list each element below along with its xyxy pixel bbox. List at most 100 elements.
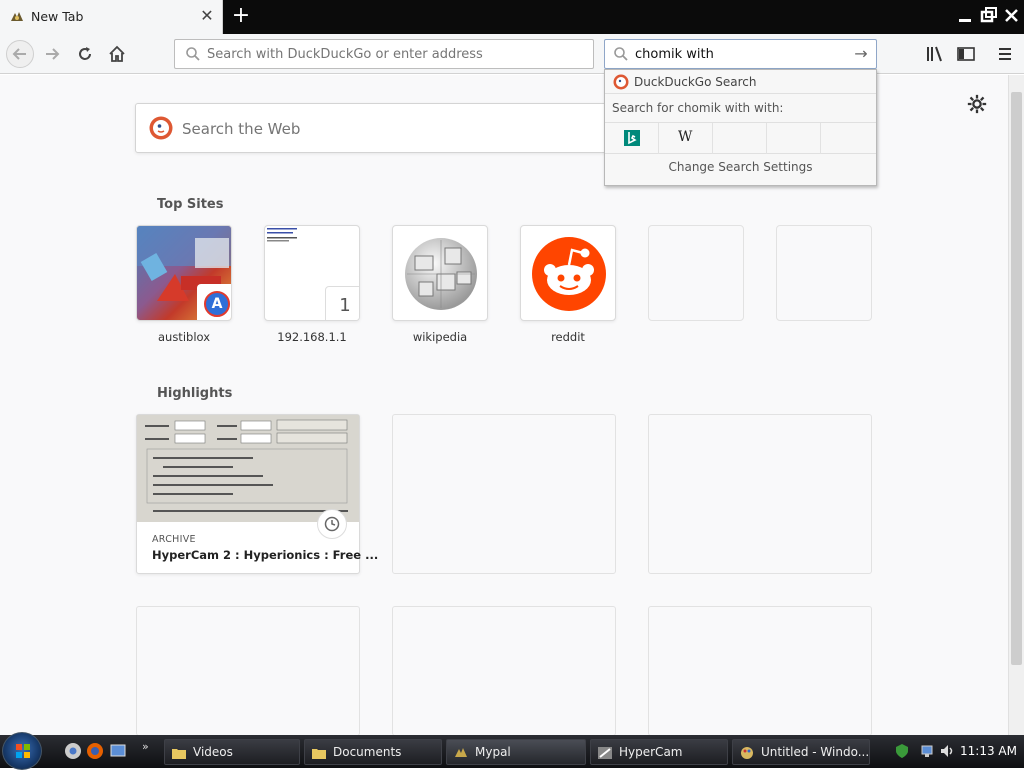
task-label: Documents bbox=[333, 745, 402, 759]
bing-engine-button[interactable] bbox=[605, 123, 659, 154]
router-page-screenshot bbox=[267, 228, 297, 242]
top-site-router[interactable]: 1 192.168.1.1 bbox=[264, 225, 360, 345]
top-site-empty-slot bbox=[776, 225, 872, 345]
austiblox-logo-icon: A bbox=[204, 291, 230, 317]
sidebar-toggle-icon[interactable] bbox=[956, 44, 976, 64]
close-tab-icon[interactable]: ✕ bbox=[198, 6, 216, 26]
reload-icon bbox=[79, 47, 91, 60]
task-label: Mypal bbox=[475, 745, 511, 759]
reddit-logo-icon bbox=[532, 237, 606, 311]
task-label: Untitled - Windo... bbox=[761, 745, 870, 759]
vertical-scrollbar[interactable] bbox=[1008, 75, 1024, 735]
engine-label: DuckDuckGo Search bbox=[634, 75, 757, 89]
site-thumbnail bbox=[520, 225, 616, 321]
highlight-empty-slot bbox=[648, 414, 872, 574]
current-engine-row[interactable]: DuckDuckGo Search bbox=[605, 70, 876, 94]
close-window-icon[interactable] bbox=[1002, 6, 1022, 26]
security-shield-icon[interactable] bbox=[894, 743, 910, 759]
highlight-context: ARCHIVE bbox=[152, 534, 196, 545]
home-button[interactable] bbox=[103, 40, 131, 68]
wikipedia-globe-icon bbox=[405, 238, 477, 310]
forward-arrow-icon bbox=[46, 48, 60, 60]
top-sites-heading: Top Sites bbox=[157, 197, 224, 212]
top-site-empty-slot bbox=[648, 225, 744, 345]
show-desktop-icon[interactable] bbox=[109, 742, 127, 760]
taskbar-mypal[interactable]: Mypal bbox=[446, 739, 586, 765]
highlight-thumbnail bbox=[137, 415, 359, 522]
new-tab-button[interactable]: + bbox=[230, 4, 252, 28]
address-bar[interactable] bbox=[174, 39, 594, 69]
search-go-arrow-icon[interactable]: → bbox=[852, 44, 870, 64]
highlight-empty-slot bbox=[648, 606, 872, 736]
folder-icon bbox=[312, 749, 326, 759]
history-clock-icon bbox=[317, 509, 347, 539]
wikipedia-engine-button[interactable]: W bbox=[659, 123, 713, 154]
site-badge: 1 bbox=[325, 286, 359, 320]
folder-icon bbox=[172, 749, 186, 759]
menu-hamburger-icon[interactable] bbox=[995, 44, 1015, 64]
duckduckgo-icon bbox=[613, 74, 629, 90]
site-thumbnail: 1 bbox=[264, 225, 360, 321]
task-label: Videos bbox=[193, 745, 233, 759]
chrome-quicklaunch-icon[interactable] bbox=[64, 742, 82, 760]
one-off-engines: W bbox=[605, 122, 876, 154]
gear-icon[interactable] bbox=[966, 93, 988, 115]
tab-new-tab[interactable]: New Tab ✕ bbox=[0, 0, 223, 34]
tab-strip: New Tab ✕ + bbox=[0, 0, 1024, 34]
bing-icon bbox=[624, 130, 640, 146]
hypercam-screenshot bbox=[145, 419, 348, 512]
search-icon bbox=[614, 47, 628, 61]
search-suggestions-popup: DuckDuckGo Search Search for chomik with… bbox=[604, 69, 877, 186]
reload-button[interactable] bbox=[71, 40, 99, 68]
network-icon[interactable] bbox=[920, 743, 936, 759]
site-thumbnail bbox=[392, 225, 488, 321]
windows-taskbar: » Videos Documents Mypal HyperCam Untitl… bbox=[0, 732, 1024, 770]
hypercam-icon bbox=[598, 747, 612, 759]
highlight-card[interactable]: ARCHIVE HyperCam 2 : Hyperionics : Free … bbox=[136, 414, 378, 574]
navigation-toolbar: → bbox=[0, 34, 1024, 74]
search-bar[interactable]: → bbox=[604, 39, 877, 69]
highlights-heading: Highlights bbox=[157, 386, 233, 401]
taskbar-documents[interactable]: Documents bbox=[304, 739, 442, 765]
highlight-empty-slot bbox=[392, 414, 616, 574]
taskbar-untitled[interactable]: Untitled - Windo... bbox=[732, 739, 870, 765]
scrollbar-thumb[interactable] bbox=[1011, 92, 1022, 665]
highlight-empty-slot bbox=[136, 606, 360, 736]
highlight-title: HyperCam 2 : Hyperionics : Free ... bbox=[152, 548, 379, 562]
change-search-settings-button[interactable]: Change Search Settings bbox=[605, 160, 876, 174]
search-for-label: Search for chomik with with: bbox=[612, 101, 784, 115]
mypal-icon bbox=[455, 748, 467, 757]
home-icon bbox=[109, 45, 125, 62]
badge-number: 1 bbox=[339, 295, 351, 316]
taskbar-videos[interactable]: Videos bbox=[164, 739, 300, 765]
tab-title: New Tab bbox=[31, 9, 84, 24]
back-arrow-icon bbox=[12, 48, 26, 60]
engine-slot[interactable] bbox=[713, 123, 767, 154]
forward-button[interactable] bbox=[38, 40, 66, 68]
engine-slot[interactable] bbox=[767, 123, 821, 154]
quicklaunch-overflow-icon[interactable]: » bbox=[142, 740, 160, 758]
empty-tile bbox=[776, 225, 872, 321]
system-clock[interactable]: 11:13 AM bbox=[960, 744, 1017, 758]
back-button[interactable] bbox=[6, 40, 34, 68]
search-icon bbox=[186, 47, 200, 61]
top-site-austiblox[interactable]: A austiblox bbox=[136, 225, 232, 345]
address-input[interactable] bbox=[207, 45, 587, 63]
engine-slot[interactable] bbox=[821, 123, 875, 154]
library-icon[interactable] bbox=[925, 44, 945, 64]
restore-window-icon[interactable] bbox=[979, 6, 999, 26]
site-label: austiblox bbox=[157, 330, 210, 344]
search-input[interactable] bbox=[635, 45, 845, 63]
badge-letter: A bbox=[211, 296, 223, 312]
top-site-wikipedia[interactable]: wikipedia bbox=[392, 225, 488, 345]
start-button[interactable] bbox=[2, 732, 42, 770]
highlight-empty-slot bbox=[392, 606, 616, 736]
top-site-reddit[interactable]: reddit bbox=[520, 225, 616, 345]
taskbar-hypercam[interactable]: HyperCam bbox=[590, 739, 728, 765]
empty-tile bbox=[648, 225, 744, 321]
firefox-quicklaunch-icon[interactable] bbox=[86, 742, 104, 760]
site-label: 192.168.1.1 bbox=[277, 330, 347, 344]
minimize-window-icon[interactable] bbox=[956, 6, 976, 26]
duckduckgo-icon bbox=[149, 116, 173, 140]
volume-icon[interactable] bbox=[939, 743, 955, 759]
